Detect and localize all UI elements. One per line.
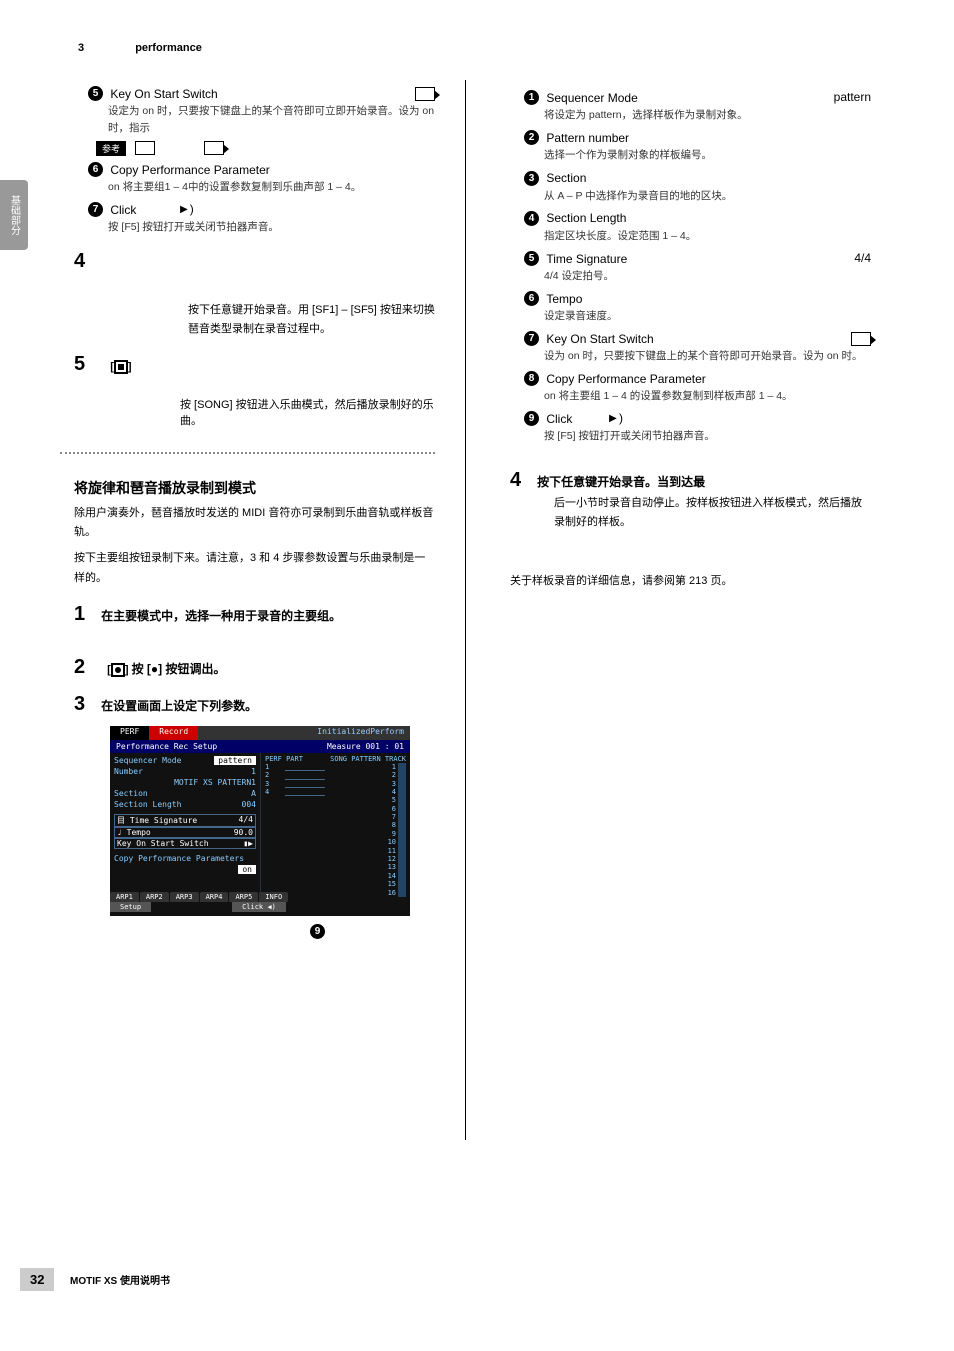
param-7-desc: 按 [F5] 按钮打开或关闭节拍器声音。	[108, 219, 435, 236]
lcd-subbar-right: Measure 001 : 01	[327, 742, 404, 751]
lcd-tab-record: Record	[149, 726, 198, 740]
circle-5: 5	[88, 86, 103, 101]
chapter-title: performance	[135, 42, 202, 54]
right-param-4-desc: 指定区块长度。设定范围 1 – 4。	[544, 228, 871, 245]
record-icon	[111, 663, 125, 677]
circle-7: 7	[524, 331, 539, 346]
lcd-f-setup: Setup	[110, 902, 151, 912]
bars-play-icon	[204, 141, 224, 155]
side-tab: 基础部分	[0, 180, 28, 250]
step2-1: 1 在主要模式中，选择一种用于录音的主要组。	[74, 603, 435, 626]
right-param-6-title: 6 Tempo	[524, 291, 871, 306]
param-5-note: 参考	[96, 141, 435, 156]
lcd-screenshot: 1 2 3 4 5 6 7 8 9 PERF Record	[110, 726, 410, 916]
lcd-sf-arp2: ARP2	[140, 892, 169, 902]
step-4: 4	[74, 250, 435, 273]
step2-3: 3 在设置画面上设定下列参数。	[74, 693, 435, 716]
chapter-header: 3 performance	[78, 42, 202, 54]
step-4-desc: 按下任意键开始录音。用 [SF1] – [SF5] 按钮来切换琶音类型录制在录音…	[118, 301, 435, 338]
param-5-title: 5 Key On Start Switch	[88, 86, 435, 101]
right-param-8-title: 8 Copy Performance Parameter	[524, 371, 871, 386]
footer-owner: MOTIF XS 使用说明书	[70, 1272, 170, 1287]
lcd-sf-arp1: ARP1	[110, 892, 139, 902]
lcd-sf-arp3: ARP3	[170, 892, 199, 902]
right-param-7-desc: 设为 on 时，只要按下键盘上的某个音符即可开始录音。设为 on 时。	[544, 348, 871, 365]
subsection-p2: 按下主要组按钮录制下来。请注意，3 和 4 步骤参数设置与乐曲录制是一样的。	[74, 549, 435, 589]
lcd-tab-perf: PERF	[110, 726, 149, 740]
param-6-title: 6 Copy Performance Parameter	[88, 162, 435, 177]
right-param-2-title: 2 Pattern number	[524, 130, 871, 145]
lcd-title: InitializedPerform	[311, 726, 410, 740]
right-param-9-title: 9 Click	[524, 411, 871, 426]
right-param-5-desc: 4/4 设定拍号。	[544, 268, 871, 285]
right-param-4-title: 4 Section Length	[524, 210, 871, 225]
circle-6: 6	[88, 162, 103, 177]
column-divider	[465, 80, 466, 1140]
circle-2: 2	[524, 130, 539, 145]
right-param-2-desc: 选择一个作为录制对象的样板编号。	[544, 147, 871, 164]
lcd-subbar-left: Performance Rec Setup	[116, 742, 217, 751]
circle-9: 9	[524, 411, 539, 426]
right-param-3-desc: 从 A – P 中选择作为录音目的地的区块。	[544, 188, 871, 205]
param-6-desc: on 将主要组1 – 4中的设置参数复制到乐曲声部 1 – 4。	[108, 179, 435, 196]
circle-8: 8	[524, 371, 539, 386]
left-column: 5 Key On Start Switch 设定为 on 时，只要按下键盘上的某…	[50, 80, 445, 1140]
speaker-icon	[609, 413, 621, 425]
right-param-7-title: 7 Key On Start Switch	[524, 331, 871, 346]
bars-icon	[135, 141, 155, 155]
param-5-desc: 设定为 on 时，只要按下键盘上的某个音符即可立即开始录音。设为 on 时，指示	[108, 103, 435, 137]
page-number: 32	[20, 1268, 54, 1291]
lcd-f-click: Click ◀)	[232, 902, 286, 912]
speaker-icon	[180, 204, 192, 216]
right-param-1-desc: 将设定为 pattern，选择样板作为录制对象。	[544, 107, 871, 124]
lcd-sf-arp4: ARP4	[200, 892, 229, 902]
right-param-6-desc: 设定录音速度。	[544, 308, 871, 325]
circle-4: 4	[524, 211, 539, 226]
dotted-divider	[60, 452, 435, 454]
right-step-4: 4 按下任意键开始录音。当到达最	[510, 469, 871, 492]
right-step-4-desc: 后一小节时录音自动停止。按样板按钮进入样板模式，然后播放录制好的样板。	[554, 494, 871, 531]
step2-2: 2 [] 按 [●] 按钮调出。	[74, 656, 435, 679]
circle-1: 1	[524, 90, 539, 105]
right-param-5-title: 5 Time Signature4/4	[524, 251, 871, 266]
bars-play-icon	[415, 86, 435, 101]
note-tag: 参考	[96, 141, 126, 156]
right-param-9-desc: 按 [F5] 按钮打开或关闭节拍器声音。	[544, 428, 871, 445]
right-param-3-title: 3 Section	[524, 170, 871, 185]
right-column: 1 Sequencer Modepattern 将设定为 pattern，选择样…	[486, 80, 881, 1140]
lcd-sf-arp5: ARP5	[229, 892, 258, 902]
right-param-8-desc: on 将主要组 1 – 4 的设置参数复制到样板声部 1 – 4。	[544, 388, 871, 405]
callout-9: 9	[310, 924, 325, 939]
step-5-desc: 按 [SONG] 按钮进入乐曲模式，然后播放录制好的乐曲。	[180, 396, 435, 428]
right-param-1-title: 1 Sequencer Modepattern	[524, 90, 871, 105]
circle-6: 6	[524, 291, 539, 306]
step-5: 5 []	[74, 353, 435, 376]
subsection-heading: 将旋律和琶音播放录制到模式	[74, 478, 435, 498]
chapter-number: 3	[78, 42, 84, 54]
circle-3: 3	[524, 171, 539, 186]
param-7-title: 7 Click	[88, 202, 435, 217]
bars-play-icon	[851, 332, 871, 346]
right-note: 关于样板录音的详细信息，请参阅第 213 页。	[510, 572, 871, 592]
circle-5: 5	[524, 251, 539, 266]
lcd-sf-info: INFO	[259, 892, 288, 902]
circle-7: 7	[88, 202, 103, 217]
stop-icon	[114, 360, 128, 374]
subsection-p1: 除用户演奏外，琶音播放时发送的 MIDI 音符亦可录制到乐曲音轨或样板音轨。	[74, 504, 435, 544]
